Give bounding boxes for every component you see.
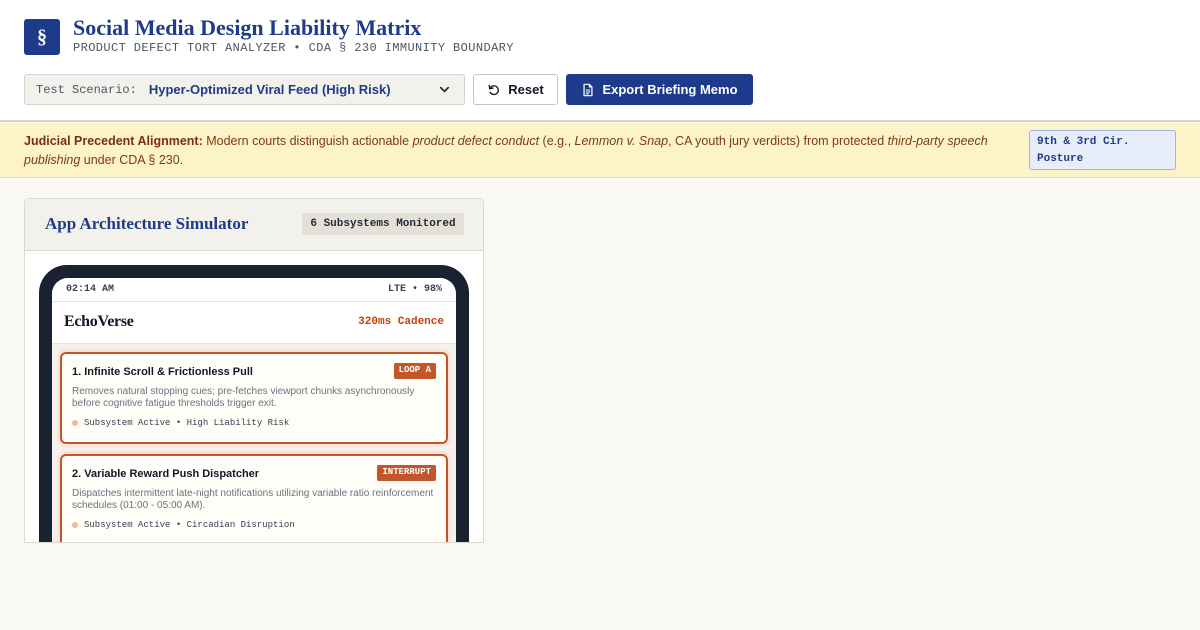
chevron-down-icon — [439, 86, 450, 93]
card-description: Removes natural stopping cues; pre-fetch… — [72, 386, 415, 409]
panel-title: App Architecture Simulator — [45, 214, 249, 233]
precedent-banner: Judicial Precedent Alignment: Modern cou… — [0, 123, 1200, 178]
circuit-posture-badge: 9th & 3rd Cir. Posture — [1029, 130, 1176, 170]
circuit-posture-line-2: Posture — [1037, 153, 1084, 165]
document-icon — [583, 83, 594, 96]
card-status: Subsystem Active • High Liability Risk — [72, 418, 289, 428]
section-logo-icon: § — [24, 19, 60, 55]
card-tag: LOOP A — [393, 363, 436, 379]
subsystem-card-push-dispatcher[interactable]: 2. Variable Reward Push Dispatcher INTER… — [60, 454, 448, 542]
phone-mockup: 02:14 AM LTE • 98% EchoVerse 320ms Caden… — [39, 265, 469, 542]
phone-app-bar: EchoVerse 320ms Cadence — [52, 302, 456, 344]
reset-button[interactable]: Reset — [473, 74, 558, 105]
subsystems-badge: 6 Subsystems Monitored — [302, 213, 464, 235]
precedent-text-2: (e.g., — [539, 134, 575, 148]
card-status-text: Subsystem Active • High Liability Risk — [84, 418, 290, 428]
scenario-select[interactable]: Test Scenario: Hyper-Optimized Viral Fee… — [24, 74, 465, 105]
scenario-selected-value: Hyper-Optimized Viral Feed (High Risk) — [148, 82, 391, 97]
circuit-posture-line-1: 9th & 3rd Cir. — [1037, 136, 1130, 148]
page-title: Social Media Design Liability Matrix — [73, 15, 422, 40]
precedent-text-1: Modern courts distinguish actionable — [202, 134, 413, 148]
phone-status-bar: 02:14 AM LTE • 98% — [52, 278, 456, 302]
card-tag: INTERRUPT — [377, 465, 436, 481]
reset-label: Reset — [508, 82, 544, 97]
card-title: 2. Variable Reward Push Dispatcher — [72, 468, 260, 480]
architecture-simulator-panel: App Architecture Simulator 6 Subsystems … — [24, 198, 484, 543]
precedent-text-4: under CDA § 230. — [80, 153, 184, 167]
app-header: § Social Media Design Liability Matrix P… — [0, 0, 1200, 122]
precedent-case-name: Lemmon v. Snap — [574, 134, 669, 148]
phone-screen: 02:14 AM LTE • 98% EchoVerse 320ms Caden… — [52, 278, 456, 542]
panel-header: App Architecture Simulator 6 Subsystems … — [25, 199, 483, 251]
phone-signal: LTE • 98% — [387, 284, 442, 295]
precedent-emphasis-1: product defect conduct — [412, 134, 540, 148]
precedent-lead: Judicial Precedent Alignment: — [24, 134, 203, 148]
export-label: Export Briefing Memo — [602, 82, 738, 97]
status-dot-icon — [72, 522, 78, 528]
precedent-text: Judicial Precedent Alignment: Modern cou… — [24, 132, 1009, 170]
card-status-text: Subsystem Active • Circadian Disruption — [84, 520, 295, 530]
page-subtitle: PRODUCT DEFECT TORT ANALYZER • CDA § 230… — [73, 41, 514, 55]
scenario-label: Test Scenario: — [36, 82, 137, 97]
precedent-text-3: , CA youth jury verdicts) from protected — [668, 134, 888, 148]
export-memo-button[interactable]: Export Briefing Memo — [566, 74, 753, 105]
status-dot-icon — [72, 420, 78, 426]
card-status: Subsystem Active • Circadian Disruption — [72, 520, 295, 530]
app-name: EchoVerse — [64, 313, 134, 330]
card-description: Dispatches intermittent late-night notif… — [72, 488, 434, 511]
cadence-indicator: 320ms Cadence — [358, 316, 444, 328]
card-title: 1. Infinite Scroll & Frictionless Pull — [72, 366, 253, 378]
reset-icon — [488, 84, 500, 95]
subsystem-card-infinite-scroll[interactable]: 1. Infinite Scroll & Frictionless Pull L… — [60, 352, 448, 444]
phone-time: 02:14 AM — [66, 284, 115, 295]
